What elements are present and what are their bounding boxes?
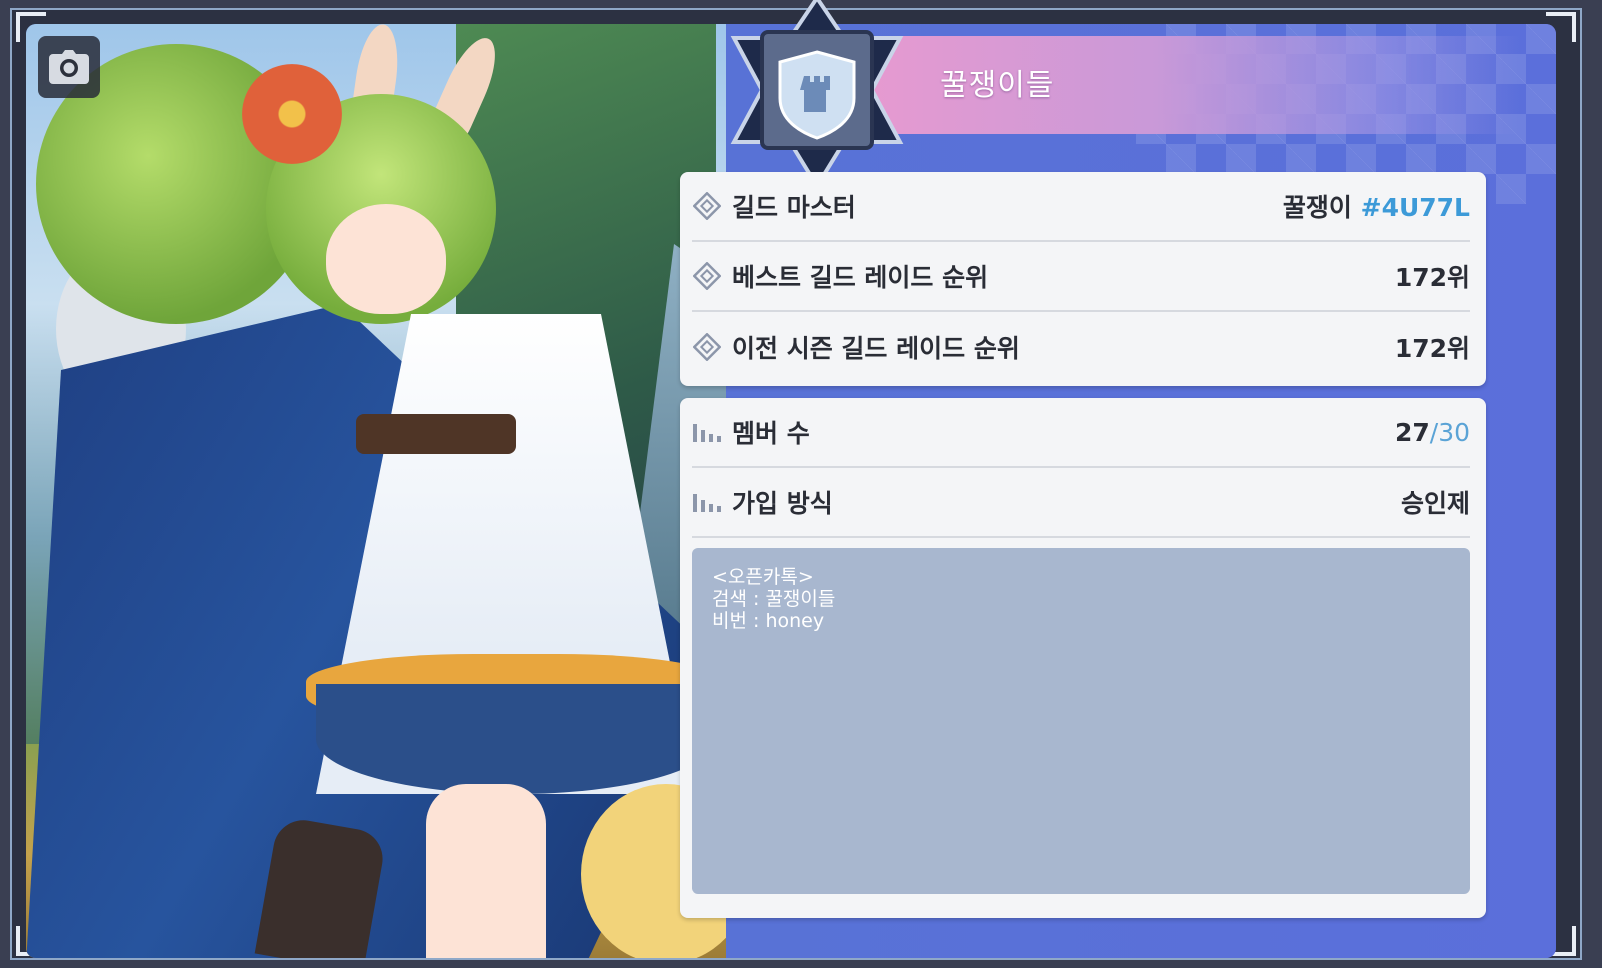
prev-season-raid-rank-value: 172위 — [1394, 334, 1470, 363]
info-row-label: 베스트 길드 레이드 순위 — [732, 263, 989, 292]
guild-summary-box: 길드 마스터 꿀쟁이 #4U77L 베스트 길드 레이드 순위 172위 이전 … — [680, 172, 1486, 386]
bar-chart-icon — [692, 417, 722, 447]
member-count-current: 27 — [1394, 417, 1430, 447]
stats-row-label: 멤버 수 — [732, 419, 810, 448]
guild-master-tag[interactable]: #4U77L — [1361, 193, 1470, 222]
member-count-value: 27/30 — [1395, 418, 1470, 447]
diamond-bullet-icon — [692, 332, 722, 362]
character-illustration — [26, 24, 746, 958]
member-count-max: /30 — [1429, 417, 1470, 447]
info-row-best-raid-rank: 베스트 길드 레이드 순위 172위 — [692, 242, 1470, 312]
screenshot-button[interactable] — [38, 36, 100, 98]
diamond-bullet-icon — [692, 261, 722, 291]
guild-master-value: 꿀쟁이 #4U77L — [1283, 188, 1470, 224]
info-row-label: 길드 마스터 — [732, 193, 856, 222]
stats-row-label: 가입 방식 — [732, 489, 833, 518]
diamond-bullet-icon — [692, 191, 722, 221]
stats-row-join-method: 가입 방식 승인제 — [692, 468, 1470, 538]
guild-master-name[interactable]: 꿀쟁이 — [1283, 193, 1352, 222]
info-row-label: 이전 시즌 길드 레이드 순위 — [732, 334, 1020, 363]
stats-row-member-count: 멤버 수 27/30 — [692, 398, 1470, 468]
guild-details-box: 멤버 수 27/30 가입 방식 승인제 <오픈카톡> 검색 : 꿀쟁이들 비번… — [680, 398, 1486, 918]
join-method-value: 승인제 — [1400, 489, 1470, 518]
shield-tower-icon — [730, 0, 904, 190]
info-row-prev-season-raid-rank: 이전 시즌 길드 레이드 순위 172위 — [692, 312, 1470, 382]
best-raid-rank-value: 172위 — [1394, 263, 1470, 292]
info-row-guild-master: 길드 마스터 꿀쟁이 #4U77L — [692, 172, 1470, 242]
guild-name: 꿀쟁이들 — [940, 68, 1055, 103]
guild-notice: <오픈카톡> 검색 : 꿀쟁이들 비번 : honey — [692, 548, 1470, 894]
bar-chart-icon — [692, 487, 722, 517]
camera-icon — [49, 50, 89, 84]
